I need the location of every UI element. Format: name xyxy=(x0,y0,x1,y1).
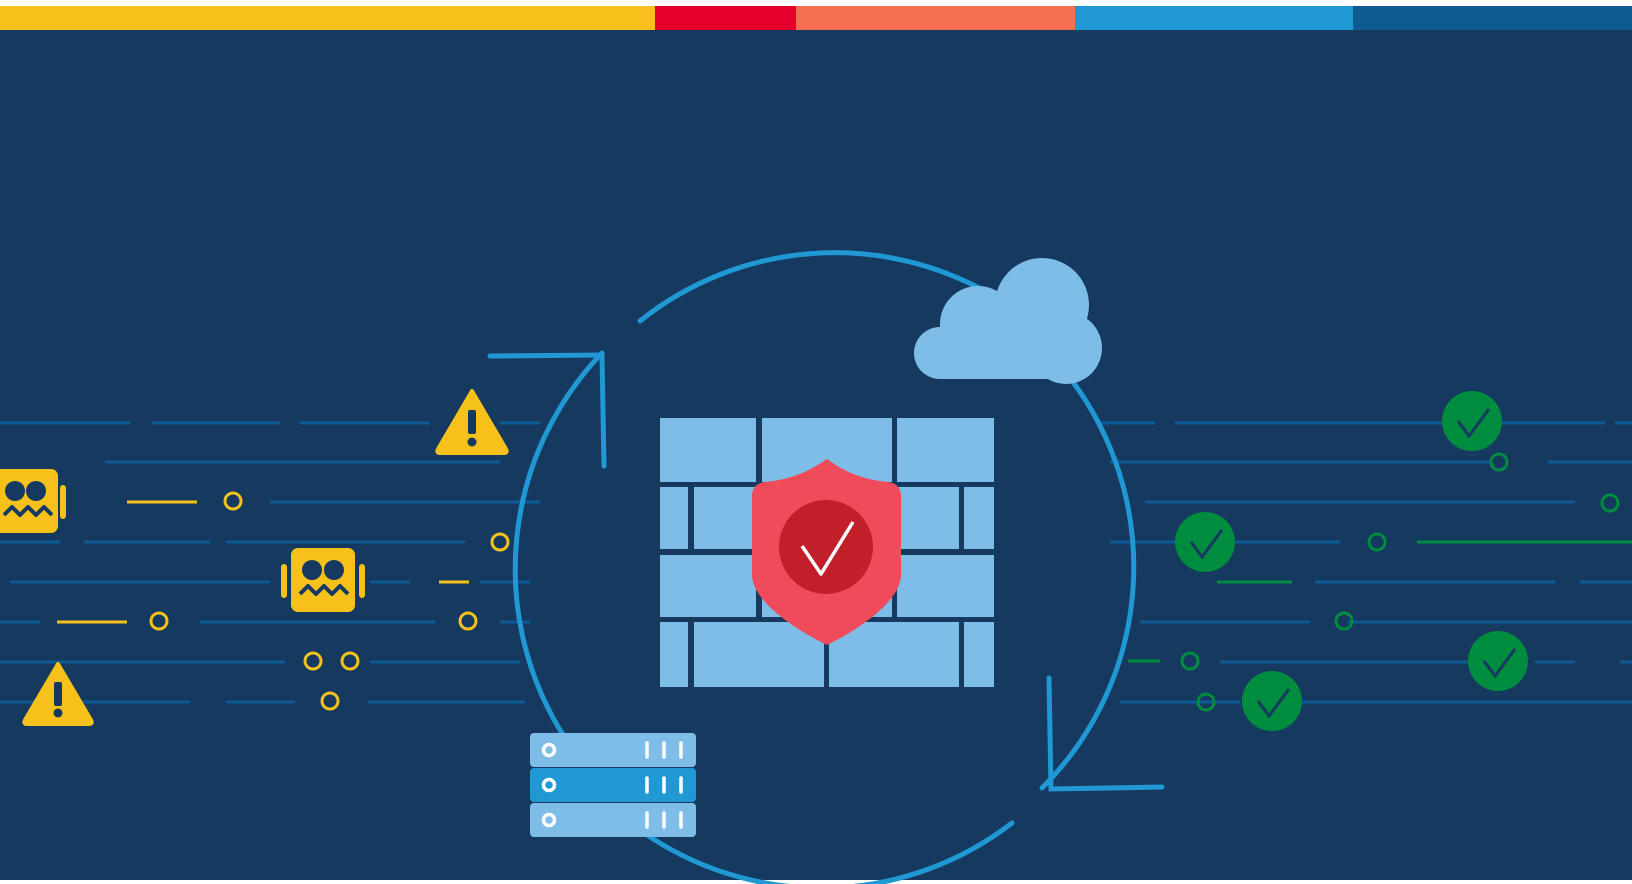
bug-icon xyxy=(0,469,66,533)
top-color-bar xyxy=(0,6,1632,30)
server-icon xyxy=(530,733,696,837)
check-circle-icon xyxy=(1175,512,1235,572)
bug-icon xyxy=(281,548,365,612)
top-strip xyxy=(0,0,1632,6)
check-circle-icon xyxy=(1242,671,1302,731)
check-circle-icon xyxy=(1442,391,1502,451)
firewall-illustration xyxy=(0,0,1632,884)
illustration-canvas xyxy=(0,0,1632,884)
check-circle-icon xyxy=(1468,631,1528,691)
bottom-strip xyxy=(0,880,1632,884)
